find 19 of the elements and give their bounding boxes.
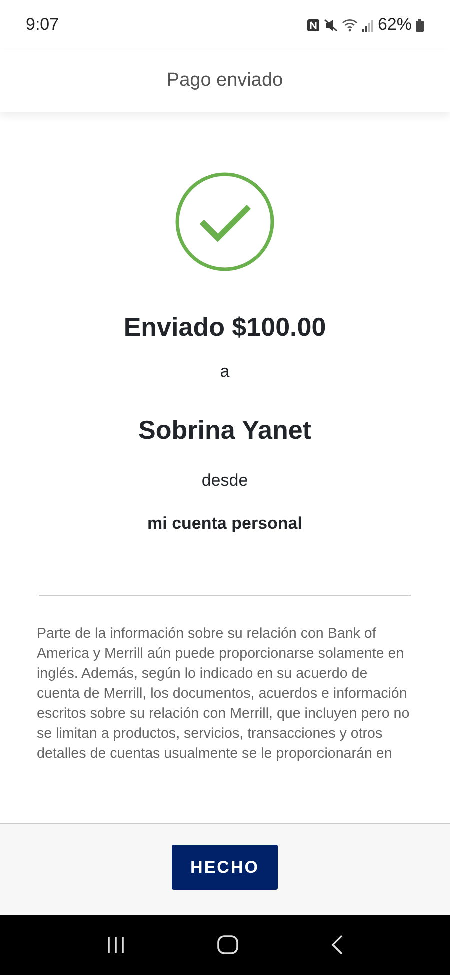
account-name: mi cuenta personal bbox=[148, 513, 302, 536]
checkmark-icon bbox=[175, 172, 275, 272]
battery-percent: 62% bbox=[378, 14, 412, 36]
home-icon[interactable] bbox=[216, 935, 239, 955]
from-label: desde bbox=[202, 470, 248, 492]
to-label: a bbox=[220, 361, 230, 384]
recipient-name: Sobrina Yanet bbox=[138, 414, 312, 446]
back-icon[interactable] bbox=[330, 935, 344, 955]
amount-sent: Enviado $100.00 bbox=[124, 312, 326, 344]
mute-icon bbox=[324, 18, 338, 32]
screen-title: Pago enviado bbox=[166, 68, 284, 93]
wifi-icon bbox=[342, 18, 358, 32]
battery-icon bbox=[416, 18, 424, 32]
recent-apps-icon[interactable] bbox=[106, 936, 126, 954]
status-time: 9:07 bbox=[26, 14, 60, 36]
nfc-icon bbox=[306, 18, 320, 32]
done-button[interactable]: HECHO bbox=[172, 845, 278, 890]
signal-icon bbox=[362, 18, 374, 32]
disclaimer-text: Parte de la información sobre su relación con Bank of America y Merrill aún puede proporcionarse solamente en inglés. Además, según lo indicado en su acuerdo de cuenta de Merrill, los documentos, acuerdos e información escritos sobre su relación con Merrill, que incluyen pero no se limitan a productos, servicios, transacciones y otros detalles de cuentas usualmente se le proporcionarán en bbox=[37, 624, 411, 764]
